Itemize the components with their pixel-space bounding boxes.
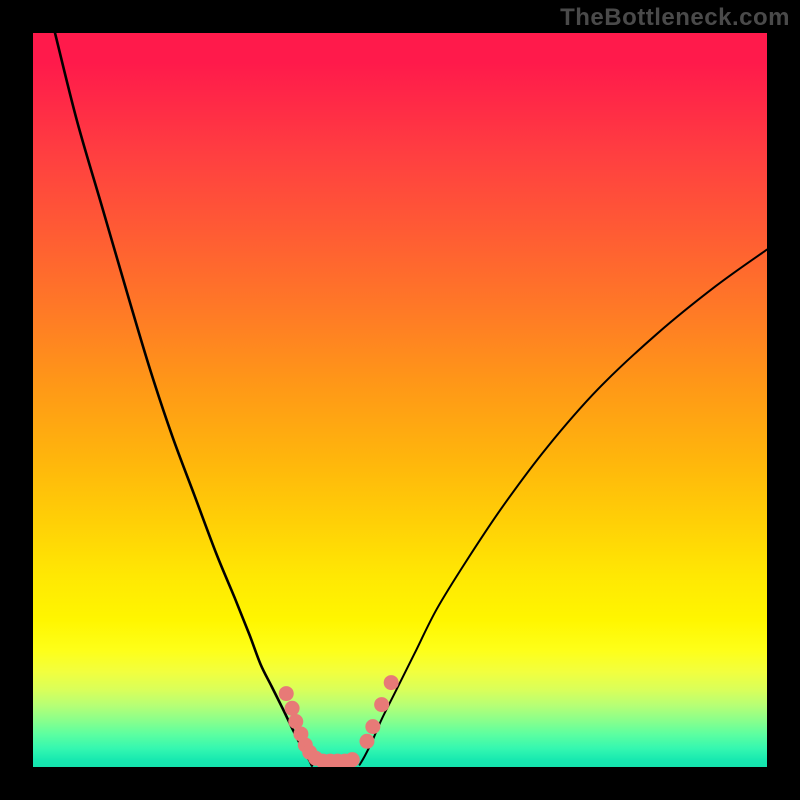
data-marker: [359, 734, 374, 749]
data-marker: [365, 719, 380, 734]
data-marker: [285, 701, 300, 716]
plot-area: [33, 33, 767, 767]
data-marker: [345, 752, 360, 767]
curve-left-curve: [55, 33, 312, 766]
data-marker: [384, 675, 399, 690]
curves-svg: [33, 33, 767, 767]
chart-frame: TheBottleneck.com: [0, 0, 800, 800]
curve-group: [55, 33, 767, 766]
curve-right-curve: [360, 250, 767, 765]
data-marker: [374, 697, 389, 712]
watermark-text: TheBottleneck.com: [560, 4, 790, 32]
data-marker: [279, 686, 294, 701]
